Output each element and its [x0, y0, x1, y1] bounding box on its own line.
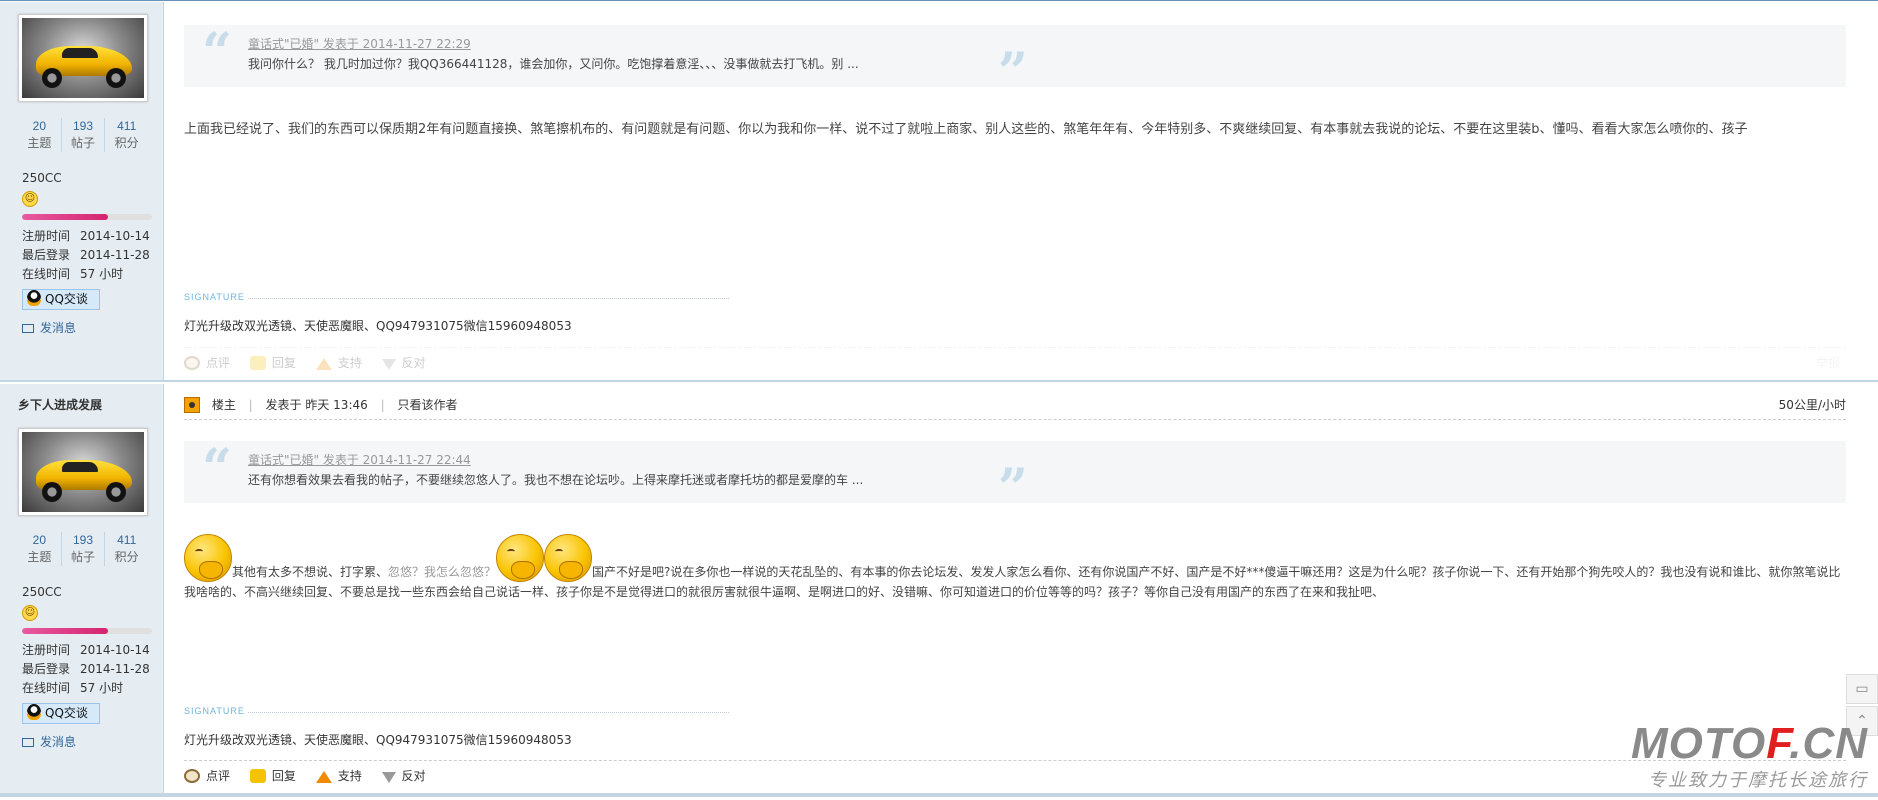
level-progress-bar — [22, 214, 152, 220]
post-content: 楼主 | 发表于 昨天 13:46 | 只看该作者 50公里/小时 “ 童话式"… — [184, 384, 1846, 793]
post-1: 20 主题 193 帖子 411 积分 250CC ☺ 注册时间 2014-10-14 … — [0, 2, 1878, 382]
comment-button[interactable]: 点评 — [184, 761, 230, 791]
avatar[interactable] — [18, 14, 148, 102]
quote-close-icon: ” — [998, 42, 1028, 103]
user-group: 250CC — [22, 171, 62, 185]
signature-label: SIGNATURE — [184, 706, 729, 716]
qq-chat-button[interactable]: QQ交谈 — [22, 703, 100, 724]
post-text: 上面我已经说了、我们的东西可以保质期2年有问题直接换、煞笔擦机布的、有问题就是有… — [184, 122, 1748, 137]
user-group: 250CC — [22, 585, 62, 599]
author-stats: 20 主题 193 帖子 411 积分 — [18, 118, 148, 152]
stat-threads[interactable]: 20 主题 — [18, 118, 62, 152]
stat-points[interactable]: 411 积分 — [105, 118, 148, 152]
comment-icon — [184, 356, 200, 370]
avatar[interactable] — [18, 428, 148, 516]
only-author-link[interactable]: 只看该作者 — [397, 398, 457, 412]
reply-icon — [249, 356, 266, 370]
stat-points[interactable]: 411 积分 — [105, 532, 148, 566]
stat-posts[interactable]: 193 帖子 — [62, 118, 106, 152]
post-content: “ 童话式"已婚" 发表于 2014-11-27 22:29 我问你什么？ 我几… — [184, 2, 1846, 380]
quote-author-link[interactable]: 童话式"已婚" 发表于 2014-11-27 22:44 — [248, 450, 1846, 470]
oppose-button[interactable]: 反对 — [381, 761, 426, 791]
author-info: 注册时间 2014-10-14 最后登录 2014-11-28 在线时间 57 小时 — [22, 229, 150, 281]
report-link[interactable]: 举报 — [1816, 348, 1840, 378]
stat-posts[interactable]: 193 帖子 — [62, 532, 106, 566]
laugh-emoticon-icon — [184, 534, 232, 582]
support-button[interactable]: 支持 — [315, 348, 362, 378]
level-progress-fill — [22, 214, 108, 220]
quote-open-icon: “ — [202, 22, 232, 83]
level-progress-fill — [22, 628, 108, 634]
watermark-logo: MOTOF.CN — [1631, 719, 1868, 768]
oppose-icon — [381, 359, 396, 370]
reply-button[interactable]: 回复 — [249, 348, 296, 378]
signature-text: 灯光升级改双光透镜、天使恶魔眼、QQ947931075微信15960948053 — [184, 319, 572, 333]
author-custom-title: 50公里/小时 — [1778, 398, 1846, 412]
crown-icon — [184, 397, 200, 413]
post-header: 楼主 | 发表于 昨天 13:46 | 只看该作者 50公里/小时 — [184, 390, 1846, 420]
envelope-icon — [22, 738, 34, 747]
oppose-button[interactable]: 反对 — [381, 348, 426, 378]
signature-text: 灯光升级改双光透镜、天使恶魔眼、QQ947931075微信15960948053 — [184, 733, 572, 747]
signature-label: SIGNATURE — [184, 292, 729, 302]
send-message-link[interactable]: 发消息 — [22, 319, 76, 336]
envelope-icon — [22, 324, 34, 333]
comment-button[interactable]: 点评 — [184, 348, 230, 378]
send-message-link[interactable]: 发消息 — [22, 733, 76, 750]
car-avatar-image — [22, 432, 144, 512]
smile-icon: ☺ — [22, 191, 38, 207]
quote-block: “ 童话式"已婚" 发表于 2014-11-27 22:29 我问你什么？ 我几… — [184, 22, 1846, 99]
quote-open-icon: “ — [202, 438, 232, 499]
support-icon — [315, 771, 332, 783]
smile-icon: ☺ — [22, 605, 38, 621]
post-actions: 点评 回复 支持 反对 举报 — [184, 347, 1846, 377]
qq-chat-button[interactable]: QQ交谈 — [22, 289, 100, 310]
watermark-slogan: 专业致力于摩托长途旅行 — [1648, 770, 1868, 791]
car-avatar-image — [22, 18, 144, 98]
quote-author-link[interactable]: 童话式"已婚" 发表于 2014-11-27 22:29 — [248, 34, 1846, 54]
laugh-emoticon-icon — [496, 534, 545, 582]
stat-threads[interactable]: 20 主题 — [18, 532, 62, 566]
author-stats: 20 主题 193 帖子 411 积分 — [18, 532, 148, 566]
support-button[interactable]: 支持 — [315, 761, 362, 791]
author-name[interactable]: 乡下人进成发展 — [18, 396, 102, 413]
reply-button[interactable]: 回复 — [249, 761, 296, 791]
support-icon — [315, 358, 332, 370]
thread-starter-label: 楼主 — [211, 398, 236, 412]
thread-page: 20 主题 193 帖子 411 积分 250CC ☺ 注册时间 2014-10-14 … — [0, 0, 1878, 800]
qq-icon — [27, 704, 41, 720]
quote-block: “ 童话式"已婚" 发表于 2014-11-27 22:44 还有你想看效果去看… — [184, 438, 1846, 515]
site-watermark: MOTOF.CN 专业致力于摩托长途旅行 — [1631, 722, 1868, 792]
author-info: 注册时间 2014-10-14 最后登录 2014-11-28 在线时间 57 小时 — [22, 643, 150, 695]
quote-text: 还有你想看效果去看我的帖子，不要继续忽悠人了。我也不想在论坛吵。上得来摩托迷或者… — [248, 473, 864, 487]
comment-icon — [184, 769, 200, 783]
reply-icon — [249, 769, 266, 783]
post-actions: 点评 回复 支持 反对 — [184, 760, 1846, 790]
quote-text: 我问你什么？ 我几时加过你？我QQ366441128，谁会加你，又问你。吃饱撑着… — [248, 57, 859, 71]
author-sidebar: 乡下人进成发展 20 主题 193 帖子 411 积分 250CC ☺ 注册时间 201… — [0, 384, 164, 793]
feedback-icon[interactable]: ▭ — [1846, 674, 1878, 704]
post-2: 乡下人进成发展 20 主题 193 帖子 411 积分 250CC ☺ 注册时间 201… — [0, 384, 1878, 797]
qq-icon — [27, 290, 41, 306]
oppose-icon — [381, 772, 396, 783]
author-sidebar: 20 主题 193 帖子 411 积分 250CC ☺ 注册时间 2014-10-14 … — [0, 2, 164, 380]
post-text: 其他有太多不想说、打字累、忽悠？我怎么忽悠？ 国产不好是吧?说在多你也一样说的天花… — [184, 534, 1846, 602]
quote-close-icon: ” — [998, 458, 1028, 519]
laugh-emoticon-icon — [544, 534, 593, 582]
post-time: 发表于 昨天 13:46 — [265, 398, 368, 412]
level-progress-bar — [22, 628, 152, 634]
